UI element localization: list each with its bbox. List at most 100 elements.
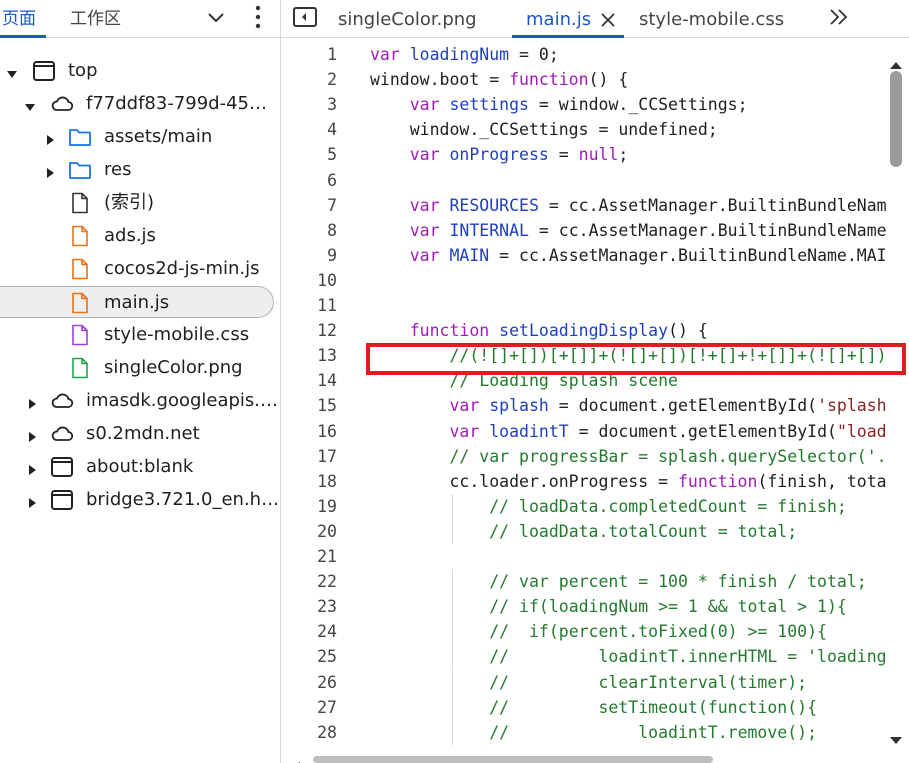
code-line[interactable]: 1 var loadingNum = 0; — [281, 42, 891, 67]
code-line[interactable]: 14 // Loading splash scene — [281, 368, 891, 393]
line-number[interactable]: 12 — [281, 318, 337, 343]
tree-item[interactable]: singleColor.png — [0, 352, 281, 384]
line-number[interactable]: 13 — [281, 343, 337, 368]
scroll-left-icon[interactable] — [291, 755, 301, 763]
code-text: // loadData.totalCount = total; — [489, 521, 798, 541]
tree-item[interactable]: about:blank — [0, 451, 281, 483]
chevron-down-icon[interactable] — [206, 8, 226, 28]
line-number[interactable]: 1 — [281, 42, 337, 67]
code-line[interactable]: 23 // if(loadingNum >= 1 && total > 1){ — [281, 594, 891, 620]
line-number[interactable]: 11 — [281, 293, 337, 318]
code-line[interactable]: 20 // loadData.totalCount = total; — [281, 518, 891, 544]
scrollbar-thumb[interactable] — [890, 71, 902, 167]
code-line[interactable]: 22 // var percent = 100 * finish / total… — [281, 569, 891, 595]
line-number[interactable]: 24 — [281, 619, 337, 644]
code-line[interactable]: 12 function setLoadingDisplay() { — [281, 318, 891, 343]
code-line[interactable]: 9 var MAIN = cc.AssetManager.BuiltinBund… — [281, 243, 891, 268]
caret-right-icon[interactable] — [26, 395, 38, 409]
line-number[interactable]: 19 — [281, 494, 337, 519]
code-line[interactable]: 3 var settings = window._CCSettings; — [281, 92, 891, 117]
code-editor[interactable]: 1 var loadingNum = 0; 2 window.boot = funct… — [281, 38, 909, 753]
code-text: // setTimeout(function(){ — [489, 697, 818, 717]
code-line[interactable]: 28 // loadintT.remove(); — [281, 719, 891, 745]
code-line[interactable]: 27 // setTimeout(function(){ — [281, 694, 891, 720]
code-line[interactable]: 19 // loadData.completedCount = finish; — [281, 493, 891, 519]
caret-down-icon[interactable] — [6, 65, 18, 78]
tree-item-label: imasdk.googleapis.… — [86, 390, 279, 411]
scroll-up-icon[interactable] — [889, 55, 903, 69]
code-line[interactable]: 17 // var progressBar = splash.querySele… — [281, 444, 891, 469]
caret-right-icon[interactable] — [44, 131, 56, 145]
code-line[interactable]: 13 //(![]+[])[+[]]+(![]+[])[!+[]+!+[]]+(… — [281, 343, 891, 368]
code-line[interactable]: 5 var onProgress = null; — [281, 142, 891, 167]
code-line[interactable]: 7 var RESOURCES = cc.AssetManager.Builti… — [281, 193, 891, 218]
tab-page[interactable]: 页面 — [0, 0, 46, 38]
code-line[interactable]: 6 — [281, 168, 891, 193]
horizontal-scrollbar-thumb[interactable] — [313, 756, 713, 763]
tab-style-mobile-css[interactable]: style-mobile.css — [639, 0, 784, 38]
vertical-scrollbar[interactable] — [885, 55, 909, 753]
code-line[interactable]: 11 — [281, 293, 891, 318]
code-line[interactable]: 16 var loadintT = document.getElementByI… — [281, 419, 891, 444]
caret-down-icon[interactable] — [24, 98, 36, 111]
double-chevron-right-icon[interactable] — [828, 6, 850, 28]
line-number[interactable]: 10 — [281, 268, 337, 293]
code-line[interactable]: 25 // loadintT.innerHTML = 'loading — [281, 644, 891, 670]
line-number[interactable]: 27 — [281, 695, 337, 720]
horizontal-scrollbar[interactable] — [281, 753, 909, 763]
more-options-icon[interactable] — [248, 4, 268, 30]
tree-item[interactable]: ads.js — [0, 220, 281, 252]
tree-item[interactable]: style-mobile.css — [0, 319, 281, 351]
line-number[interactable]: 17 — [281, 444, 337, 469]
line-number[interactable]: 5 — [281, 142, 337, 167]
line-number[interactable]: 7 — [281, 193, 337, 218]
tab-workspace[interactable]: 工作区 — [70, 0, 121, 38]
tree-item[interactable]: cocos2d-js-min.js — [0, 253, 281, 285]
line-number[interactable]: 15 — [281, 393, 337, 418]
line-number[interactable]: 14 — [281, 368, 337, 393]
line-number[interactable]: 9 — [281, 243, 337, 268]
toggle-navigator-icon[interactable] — [293, 7, 317, 27]
close-icon[interactable] — [600, 12, 616, 28]
code-line[interactable]: 8 var INTERNAL = cc.AssetManager.Builtin… — [281, 218, 891, 243]
line-number[interactable]: 23 — [281, 594, 337, 619]
scroll-down-icon[interactable] — [889, 731, 903, 744]
code-line[interactable]: 21 — [281, 544, 891, 569]
line-number[interactable]: 20 — [281, 519, 337, 544]
line-number[interactable]: 16 — [281, 419, 337, 444]
line-number[interactable]: 25 — [281, 644, 337, 669]
tree-item[interactable]: top — [0, 55, 281, 87]
code-text: // if(percent.toFixed(0) >= 100){ — [489, 622, 827, 642]
tree-item[interactable]: assets/main — [0, 121, 281, 153]
code-line[interactable]: 26 // clearInterval(timer); — [281, 669, 891, 695]
tree-item[interactable]: s0.2mdn.net — [0, 418, 281, 450]
line-number[interactable]: 18 — [281, 469, 337, 494]
line-number[interactable]: 21 — [281, 544, 337, 569]
line-number[interactable]: 28 — [281, 720, 337, 745]
code-text: var settings = window._CCSettings; — [409, 95, 748, 115]
caret-right-icon[interactable] — [44, 164, 56, 178]
code-line[interactable]: 4 window._CCSettings = undefined; — [281, 117, 891, 142]
tab-singlecolor-png[interactable]: singleColor.png — [338, 0, 477, 38]
code-line[interactable]: 24 // if(percent.toFixed(0) >= 100){ — [281, 619, 891, 645]
line-number[interactable]: 4 — [281, 117, 337, 142]
line-number[interactable]: 2 — [281, 67, 337, 92]
caret-right-icon[interactable] — [26, 428, 38, 442]
tree-item[interactable]: main.js — [0, 286, 274, 318]
line-number[interactable]: 26 — [281, 670, 337, 695]
tree-item[interactable]: (索引) — [0, 187, 281, 219]
code-line[interactable]: 15 var splash = document.getElementById(… — [281, 393, 891, 418]
code-line[interactable]: 18 cc.loader.onProgress = function(finis… — [281, 469, 891, 494]
line-number[interactable]: 3 — [281, 92, 337, 117]
caret-right-icon[interactable] — [26, 494, 38, 508]
code-line[interactable]: 2 window.boot = function() { — [281, 67, 891, 92]
line-number[interactable]: 8 — [281, 218, 337, 243]
tree-item[interactable]: res — [0, 154, 281, 186]
line-number[interactable]: 6 — [281, 168, 337, 193]
code-line[interactable]: 10 — [281, 268, 891, 293]
line-number[interactable]: 22 — [281, 569, 337, 594]
tree-item[interactable]: imasdk.googleapis.… — [0, 385, 281, 417]
tree-item[interactable]: f77ddf83-799d-45… — [0, 88, 281, 120]
tree-item[interactable]: bridge3.721.0_en.h… — [0, 484, 281, 516]
caret-right-icon[interactable] — [26, 461, 38, 475]
